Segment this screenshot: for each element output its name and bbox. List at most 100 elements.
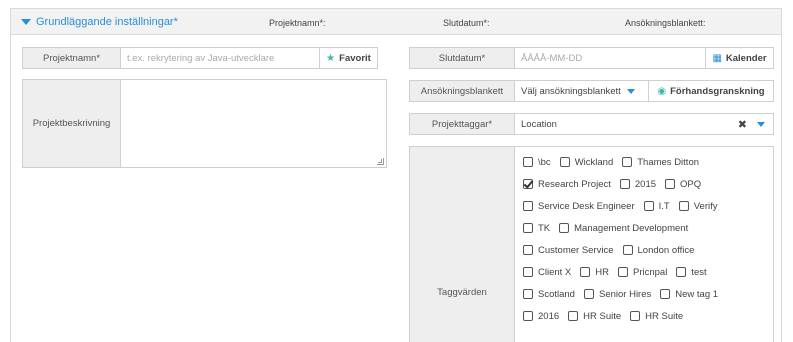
tag-label: \bc — [538, 156, 551, 168]
tag-label: New tag 1 — [675, 288, 719, 300]
tag-checkbox[interactable] — [678, 201, 689, 211]
tag-label: OPQ — [680, 178, 702, 190]
tag-label: Service Desk Engineer — [538, 200, 635, 212]
tag-row: \bc Wickland Thames Ditton — [523, 151, 773, 173]
tag-row: 2016 HR Suite HR Suite — [523, 305, 773, 327]
tag-option[interactable]: New tag 1 — [660, 289, 718, 300]
tag-option[interactable]: HR Suite — [568, 311, 621, 322]
project-tags-select[interactable]: Location ✖ — [515, 114, 773, 134]
tag-checkbox[interactable] — [523, 157, 533, 167]
tag-option[interactable]: Pricnpal — [618, 267, 667, 278]
tag-values-list: \bc Wickland Thames Ditton Research Project… — [515, 147, 773, 342]
tag-option[interactable]: Wickland — [559, 156, 614, 168]
basic-settings-toggle[interactable]: Grundläggande inställningar* — [21, 16, 178, 28]
tag-option[interactable]: Senior Hires — [583, 288, 652, 300]
tag-checkbox[interactable] — [523, 179, 533, 189]
tag-label: Verify — [693, 200, 718, 212]
tag-option[interactable]: Management Development — [559, 223, 688, 234]
tag-option[interactable]: Service Desk Engineer — [523, 201, 635, 212]
tag-label: Pricnpal — [633, 266, 668, 278]
tag-option[interactable]: Scotland — [523, 289, 575, 300]
tag-option[interactable]: test — [676, 266, 707, 278]
tag-option[interactable]: Client X — [523, 267, 571, 278]
tag-checkbox[interactable] — [580, 267, 591, 277]
project-tags-selected: Location — [521, 118, 557, 130]
tag-label: HR Suite — [645, 310, 684, 322]
tag-checkbox[interactable] — [618, 267, 628, 277]
tag-label: TK — [538, 222, 551, 234]
chevron-down-icon[interactable] — [757, 121, 765, 127]
tag-checkbox[interactable] — [523, 311, 533, 321]
tag-option[interactable]: TK — [523, 223, 550, 234]
tag-checkbox[interactable] — [665, 179, 676, 189]
tag-option[interactable]: Thames Ditton — [622, 157, 699, 168]
tag-checkbox[interactable] — [622, 245, 633, 255]
project-name-label: Projektnamn* — [23, 48, 121, 68]
tag-checkbox[interactable] — [619, 179, 630, 189]
tag-checkbox[interactable] — [523, 245, 533, 255]
resize-handle-icon[interactable] — [377, 158, 384, 165]
calendar-label: Kalender — [725, 52, 767, 64]
tag-checkbox[interactable] — [622, 157, 633, 167]
tag-option[interactable]: Verify — [678, 200, 718, 212]
end-date-label: Slutdatum* — [410, 48, 515, 68]
tag-checkbox[interactable] — [643, 201, 654, 211]
tag-row: Research Project 2015 OPQ — [523, 173, 773, 195]
tag-checkbox[interactable] — [660, 289, 671, 299]
application-form-row: Ansökningsblankett Välj ansökningsblanke… — [409, 80, 774, 102]
favorite-label: Favorit — [339, 52, 371, 64]
application-form-select[interactable]: Välj ansökningsblankett — [515, 81, 649, 101]
end-date-row: Slutdatum* ÅÅÅÅ-MM-DD ▦ Kalender — [409, 47, 774, 69]
tag-checkbox[interactable] — [568, 311, 579, 321]
tag-label: test — [691, 266, 707, 278]
panel-header: Grundläggande inställningar* Projektnamn… — [11, 9, 781, 35]
tag-option[interactable]: HR Suite — [630, 311, 683, 322]
tag-checkbox[interactable] — [523, 201, 533, 211]
project-name-row: Projektnamn* t.ex. rekrytering av Java-u… — [22, 47, 378, 69]
tag-values-row: Taggvärden \bc Wickland Thames Ditton Resea… — [409, 146, 774, 342]
tag-checkbox[interactable] — [559, 157, 570, 167]
tag-option[interactable]: Customer Service — [523, 245, 614, 256]
tag-label: Senior Hires — [598, 288, 652, 300]
project-name-input[interactable]: t.ex. rekrytering av Java-utvecklare — [121, 48, 319, 68]
tag-label: Wickland — [574, 156, 614, 168]
tag-label: 2016 — [538, 310, 560, 322]
tag-checkbox[interactable] — [630, 311, 641, 321]
end-date-input[interactable]: ÅÅÅÅ-MM-DD — [515, 48, 705, 68]
preview-button[interactable]: ◉ Förhandsgranskning — [649, 81, 773, 101]
basic-settings-title: Grundläggande inställningar* — [36, 16, 178, 28]
tag-row: Scotland Senior Hires New tag 1 — [523, 283, 773, 305]
tag-label: London office — [637, 244, 695, 256]
tag-checkbox[interactable] — [676, 267, 687, 277]
tag-option[interactable]: I.T — [643, 201, 670, 212]
favorite-button[interactable]: ★ Favorit — [319, 48, 377, 68]
tag-row: Client X HR Pricnpal test — [523, 261, 773, 283]
tag-option[interactable]: OPQ — [665, 179, 701, 190]
summary-application-form: Ansökningsblankett: — [625, 18, 706, 28]
tag-option[interactable]: London office — [622, 244, 695, 256]
tag-option[interactable]: \bc — [523, 157, 551, 168]
star-folder-icon: ★ — [326, 52, 336, 64]
calendar-icon: ▦ — [712, 52, 722, 64]
tag-option[interactable]: 2016 — [523, 311, 559, 322]
tag-checkbox[interactable] — [523, 289, 533, 299]
tag-row: Customer Service London office — [523, 239, 773, 261]
project-description-textarea[interactable] — [121, 80, 386, 167]
tag-checkbox[interactable] — [523, 223, 533, 233]
tag-checkbox[interactable] — [523, 267, 533, 277]
summary-end-date: Slutdatum*: — [443, 18, 490, 28]
calendar-button[interactable]: ▦ Kalender — [705, 48, 773, 68]
summary-project-name: Projektnamn*: — [269, 18, 326, 28]
tag-label: Client X — [538, 266, 572, 278]
tag-option[interactable]: HR — [580, 267, 609, 278]
application-form-label: Ansökningsblankett — [410, 81, 515, 101]
project-tags-label: Projekttaggar* — [410, 114, 515, 134]
tag-option[interactable]: Research Project — [523, 179, 611, 190]
close-icon[interactable]: ✖ — [738, 118, 747, 131]
tag-checkbox[interactable] — [583, 289, 594, 299]
project-description-row: Projektbeskrivning — [22, 79, 387, 168]
tag-checkbox[interactable] — [559, 223, 570, 233]
tag-option[interactable]: 2015 — [619, 179, 656, 190]
tag-label: HR Suite — [583, 310, 622, 322]
chevron-down-icon — [626, 88, 635, 94]
